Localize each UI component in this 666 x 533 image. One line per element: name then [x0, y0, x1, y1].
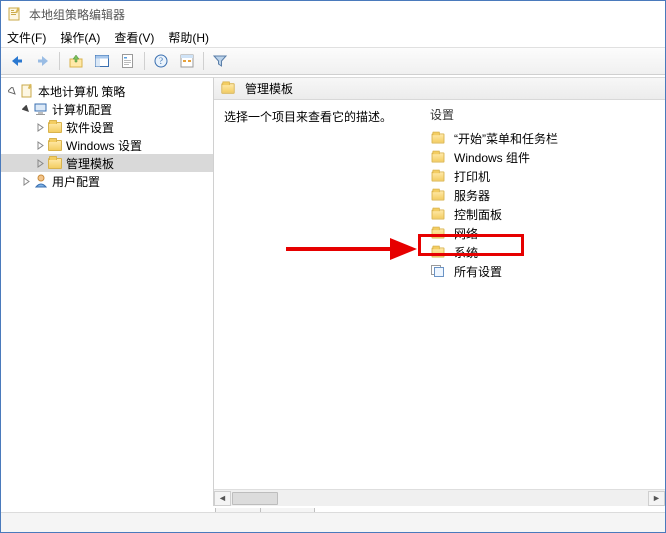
content-area: 选择一个项目来查看它的描述。 设置 “开始”菜单和任务栏 Windows 组件 … [214, 100, 665, 506]
list-item[interactable]: Windows 组件 [426, 148, 663, 167]
body: 本地计算机 策略 计算机配置 [1, 77, 665, 506]
tree-computer-config[interactable]: 计算机配置 [1, 100, 213, 118]
column-header-settings[interactable]: 设置 [426, 104, 663, 129]
tree-windows-settings[interactable]: Windows 设置 [1, 136, 213, 154]
tree-label: Windows 设置 [66, 137, 142, 154]
list-item[interactable]: 控制面板 [426, 205, 663, 224]
folder-icon [430, 207, 446, 223]
list-item-label: Windows 组件 [454, 149, 530, 166]
scroll-right-button[interactable]: ► [648, 491, 665, 506]
tree-label: 软件设置 [66, 119, 114, 136]
scroll-track[interactable] [231, 491, 648, 506]
toolbar-sep [59, 52, 60, 70]
list-item-all-settings[interactable]: 所有设置 [426, 262, 663, 281]
tree-label: 本地计算机 策略 [38, 83, 125, 100]
twisty-icon[interactable] [19, 102, 33, 116]
show-hide-tree-button[interactable] [90, 50, 114, 72]
tree-label: 管理模板 [66, 155, 114, 172]
list-pane[interactable]: 设置 “开始”菜单和任务栏 Windows 组件 打印机 [424, 100, 665, 506]
list-item-system[interactable]: 系统 [426, 243, 663, 262]
list-item[interactable]: 打印机 [426, 167, 663, 186]
folder-icon [47, 137, 63, 153]
titlebar: 本地组策略编辑器 [1, 1, 665, 27]
list-item[interactable]: 网络 [426, 224, 663, 243]
tree-root[interactable]: 本地计算机 策略 [1, 82, 213, 100]
description-pane: 选择一个项目来查看它的描述。 [214, 100, 424, 506]
folder-icon [430, 150, 446, 166]
horizontal-scrollbar[interactable]: ◄ ► [214, 489, 665, 506]
menu-help[interactable]: 帮助(H) [168, 29, 209, 43]
list-item-label: 网络 [454, 225, 478, 242]
statusbar [1, 512, 665, 532]
list-item-label: 控制面板 [454, 206, 502, 223]
tree-user-config[interactable]: 用户配置 [1, 172, 213, 190]
twisty-icon[interactable] [33, 138, 47, 152]
window-title: 本地组策略编辑器 [29, 6, 125, 23]
folder-icon [430, 226, 446, 242]
description-text: 选择一个项目来查看它的描述。 [224, 110, 392, 124]
gpedit-window: 本地组策略编辑器 文件(F) 操作(A) 查看(V) 帮助(H) ? [0, 0, 666, 533]
app-icon [7, 6, 23, 22]
list-item-label: 系统 [454, 244, 478, 261]
menu-action[interactable]: 操作(A) [60, 29, 100, 43]
list-item[interactable]: 服务器 [426, 186, 663, 205]
options-button[interactable] [175, 50, 199, 72]
policy-icon [19, 83, 35, 99]
menubar: 文件(F) 操作(A) 查看(V) 帮助(H) [1, 27, 665, 47]
toolbar: ? [1, 47, 665, 75]
folder-icon [47, 119, 63, 135]
folder-icon [430, 245, 446, 261]
toolbar-sep [144, 52, 145, 70]
right-header-title: 管理模板 [245, 80, 293, 97]
twisty-icon[interactable] [19, 174, 33, 188]
folder-icon [220, 81, 236, 97]
scroll-left-button[interactable]: ◄ [214, 491, 231, 506]
twisty-icon[interactable] [5, 84, 19, 98]
scroll-thumb[interactable] [232, 492, 278, 505]
folder-icon [47, 155, 63, 171]
folder-icon [430, 169, 446, 185]
tree-label: 用户配置 [52, 173, 100, 190]
list-item-label: 打印机 [454, 168, 490, 185]
back-button[interactable] [5, 50, 29, 72]
tree-admin-templates[interactable]: 管理模板 [1, 154, 213, 172]
tree: 本地计算机 策略 计算机配置 [1, 80, 213, 192]
user-icon [33, 173, 49, 189]
list-item[interactable]: “开始”菜单和任务栏 [426, 129, 663, 148]
list-item-label: “开始”菜单和任务栏 [454, 130, 558, 147]
right-header: 管理模板 [214, 78, 665, 100]
tree-label: 计算机配置 [52, 101, 112, 118]
tree-pane[interactable]: 本地计算机 策略 计算机配置 [1, 77, 214, 506]
folder-icon [430, 188, 446, 204]
tree-software-settings[interactable]: 软件设置 [1, 118, 213, 136]
right-pane: 管理模板 选择一个项目来查看它的描述。 设置 “开始”菜单和任务栏 Window… [214, 77, 665, 506]
folder-icon [430, 131, 446, 147]
all-settings-icon [430, 264, 446, 280]
twisty-icon[interactable] [33, 120, 47, 134]
list-item-label: 所有设置 [454, 263, 502, 280]
properties-button[interactable] [116, 50, 140, 72]
filter-button[interactable] [208, 50, 232, 72]
computer-icon [33, 101, 49, 117]
menu-view[interactable]: 查看(V) [114, 29, 154, 43]
menu-file[interactable]: 文件(F) [7, 29, 46, 43]
help-button[interactable]: ? [149, 50, 173, 72]
svg-text:?: ? [159, 56, 163, 66]
toolbar-sep [203, 52, 204, 70]
list-item-label: 服务器 [454, 187, 490, 204]
up-button[interactable] [64, 50, 88, 72]
twisty-icon[interactable] [33, 156, 47, 170]
forward-button[interactable] [31, 50, 55, 72]
